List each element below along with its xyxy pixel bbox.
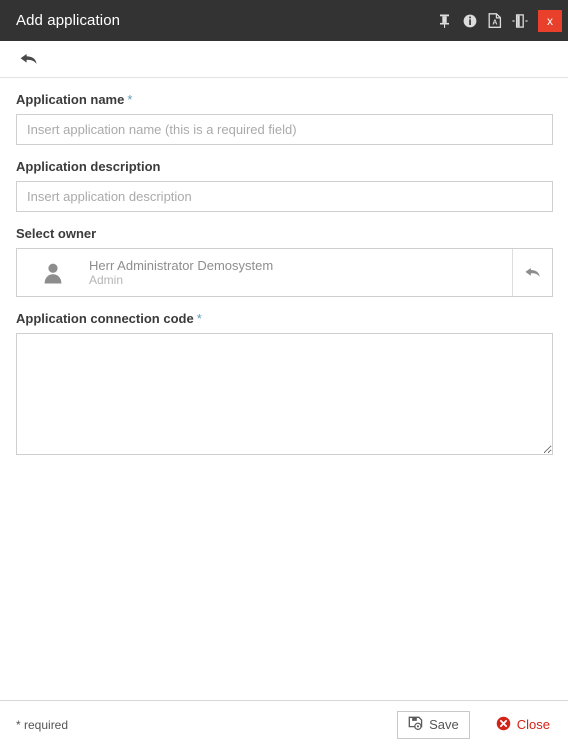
owner-name: Herr Administrator Demosystem xyxy=(89,257,274,273)
application-description-label: Application description xyxy=(16,159,552,175)
required-asterisk: * xyxy=(127,92,133,107)
info-icon[interactable] xyxy=(457,0,482,41)
close-icon[interactable]: x xyxy=(538,9,562,32)
field-application-name: Application name * xyxy=(16,92,553,145)
close-glyph: x xyxy=(547,13,553,28)
select-owner-label-text: Select owner xyxy=(16,226,97,241)
title-bar: Add application A x xyxy=(0,0,568,41)
title-bar-actions: A x xyxy=(432,0,568,41)
add-application-dialog: Add application A x Application name * I… xyxy=(0,0,568,748)
connection-code-label-text: Application connection code xyxy=(16,311,194,326)
save-button-label: Save xyxy=(429,717,459,732)
application-name-label-text: Application name xyxy=(16,92,125,107)
owner-selector[interactable]: Herr Administrator Demosystem Admin xyxy=(16,248,553,297)
owner-info: Herr Administrator Demosystem Admin xyxy=(89,249,512,296)
application-name-input[interactable] xyxy=(16,114,553,145)
pin-icon[interactable] xyxy=(432,0,457,41)
owner-role: Admin xyxy=(89,272,124,287)
back-arrow-icon[interactable] xyxy=(16,46,42,72)
connection-code-textarea[interactable] xyxy=(16,333,553,455)
close-button[interactable]: Close xyxy=(484,711,554,739)
avatar xyxy=(17,249,89,296)
application-description-label-text: Application description xyxy=(16,159,161,174)
close-circle-icon xyxy=(496,716,511,734)
field-application-description: Application description xyxy=(16,159,553,212)
required-asterisk: * xyxy=(196,311,202,326)
toolbar xyxy=(0,41,568,78)
form-body: Application name* Application descriptio… xyxy=(0,78,568,700)
window-title: Add application xyxy=(16,12,121,29)
svg-text:A: A xyxy=(492,20,497,27)
application-name-label: Application name * xyxy=(16,92,552,108)
field-connection-code: Application connection code * xyxy=(16,311,553,455)
dock-panel-icon[interactable] xyxy=(507,0,532,41)
close-button-label: Close xyxy=(516,717,550,732)
field-select-owner: Select owner Herr Administrator Demosyst… xyxy=(16,226,553,297)
pdf-export-icon[interactable]: A xyxy=(482,0,507,41)
save-button[interactable]: Save xyxy=(397,710,470,739)
footer: * required Save Close xyxy=(0,700,568,748)
select-owner-label: Select owner xyxy=(16,226,552,242)
application-description-input[interactable] xyxy=(16,181,553,212)
owner-reset-arrow-icon[interactable] xyxy=(512,249,552,296)
save-icon xyxy=(408,716,423,734)
connection-code-label: Application connection code * xyxy=(16,311,552,327)
required-note: * required xyxy=(16,717,69,732)
